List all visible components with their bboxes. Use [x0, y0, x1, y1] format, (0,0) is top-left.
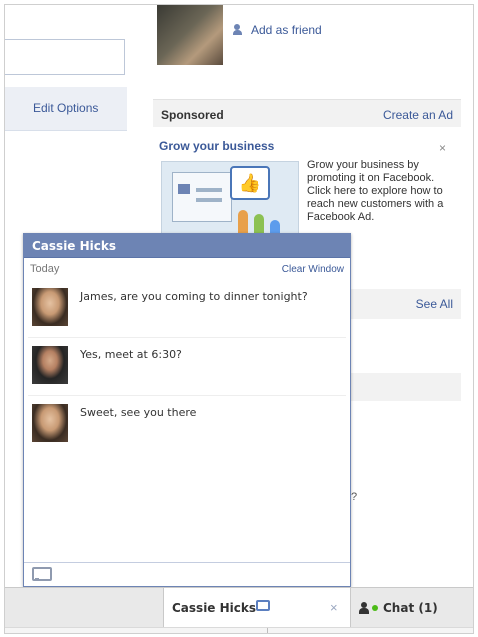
close-icon[interactable]: ×: [330, 600, 338, 615]
see-all-link[interactable]: See All: [416, 297, 453, 311]
ad-illustration-screen: [172, 172, 232, 222]
suggested-friend-photo[interactable]: [157, 5, 223, 65]
section-header: [351, 373, 461, 401]
chat-window: Cassie Hicks Today Clear Window James, a…: [23, 233, 351, 587]
chat-message: Sweet, see you there: [28, 396, 346, 454]
chat-status-button[interactable]: Chat (1): [355, 588, 473, 628]
avatar[interactable]: [32, 288, 68, 326]
chat-message-text: Yes, meet at 6:30?: [80, 348, 182, 361]
add-as-friend-link[interactable]: Add as friend: [233, 23, 322, 37]
edit-options-label: Edit Options: [33, 101, 99, 115]
avatar[interactable]: [32, 346, 68, 384]
chat-window-title[interactable]: Cassie Hicks: [24, 234, 350, 258]
chat-date-label: Today: [30, 263, 60, 275]
sponsored-header: Sponsored Create an Ad: [153, 99, 461, 127]
ad-body-text[interactable]: Grow your business by promoting it on Fa…: [307, 159, 455, 224]
partial-text: ?: [351, 491, 358, 503]
chat-message-text: James, are you coming to dinner tonight?: [80, 290, 308, 303]
page-frame: Edit Options Add as friend Sponsored Cre…: [4, 4, 474, 634]
online-status-icon: [372, 605, 378, 611]
person-icon: [359, 602, 369, 614]
edit-options-button[interactable]: Edit Options: [5, 87, 127, 131]
ad-image[interactable]: 👍: [161, 161, 299, 239]
chat-tab-label: Cassie Hicks: [172, 601, 257, 615]
chat-message: James, are you coming to dinner tonight?: [28, 280, 346, 338]
chat-bubble-icon: [256, 600, 270, 611]
sponsored-title: Sponsored: [161, 108, 224, 122]
emoticon-icon[interactable]: [32, 567, 52, 581]
add-friend-icon: [233, 24, 247, 36]
clear-window-link[interactable]: Clear Window: [282, 264, 344, 275]
ad-illustration-line: [196, 198, 222, 202]
chat-input[interactable]: [24, 562, 350, 586]
ad-illustration-block: [178, 184, 190, 194]
chat-subheader: Today Clear Window: [24, 258, 350, 280]
section-header: See All: [351, 289, 461, 319]
avatar[interactable]: [32, 404, 68, 442]
add-friend-label: Add as friend: [251, 23, 322, 37]
ad-close-icon[interactable]: ×: [439, 141, 446, 155]
chat-message: Yes, meet at 6:30?: [28, 338, 346, 396]
chat-bar: Cassie Hicks × Chat (1): [5, 587, 473, 628]
bottom-scrollbar[interactable]: [5, 627, 473, 633]
chat-tab-cassie-hicks[interactable]: Cassie Hicks ×: [163, 588, 351, 628]
ad-title-link[interactable]: Grow your business: [159, 139, 274, 153]
search-input[interactable]: [5, 39, 125, 75]
ad-illustration-line: [196, 188, 222, 192]
chat-message-text: Sweet, see you there: [80, 406, 197, 419]
create-ad-link[interactable]: Create an Ad: [383, 108, 453, 122]
chat-status-label: Chat (1): [383, 601, 438, 615]
thumbs-up-icon: 👍: [230, 166, 270, 200]
